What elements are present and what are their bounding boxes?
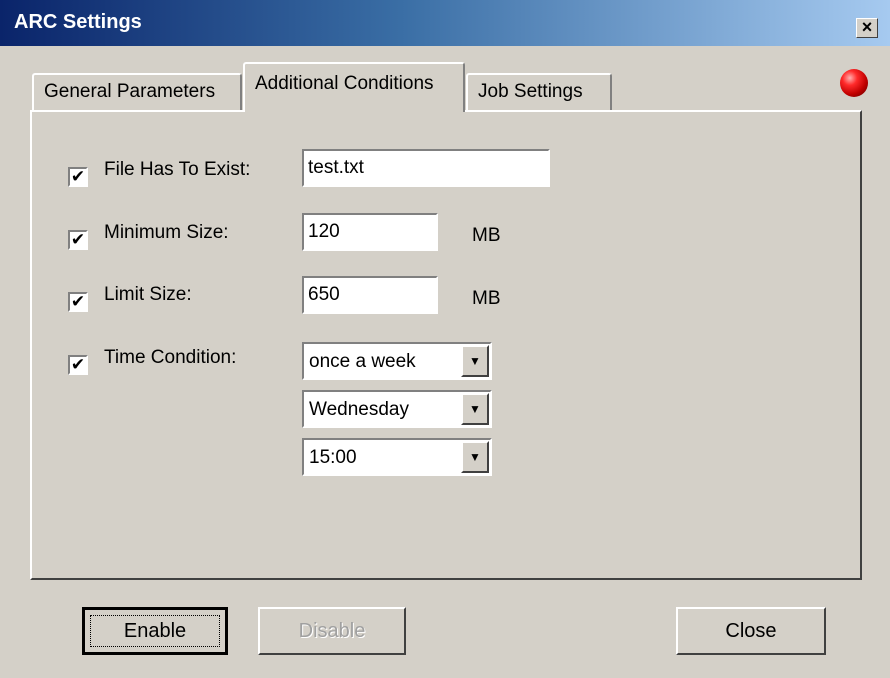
limit-size-checkbox[interactable]: ✔	[68, 292, 88, 312]
limit-size-input[interactable]: 650	[302, 276, 438, 314]
tab-job-settings[interactable]: Job Settings	[466, 73, 612, 111]
chevron-down-icon[interactable]: ▼	[461, 441, 489, 473]
file-exists-checkbox[interactable]: ✔	[68, 167, 88, 187]
close-button[interactable]: Close	[676, 607, 826, 655]
disable-button: Disable	[258, 607, 406, 655]
additional-conditions-panel: ✔ File Has To Exist: test.txt ✔ Minimum …	[30, 110, 862, 580]
time-value: 15:00	[309, 447, 357, 468]
day-value: Wednesday	[309, 399, 409, 420]
limit-size-unit: MB	[472, 288, 501, 309]
file-exists-input[interactable]: test.txt	[302, 149, 550, 187]
arc-settings-dialog: ARC Settings × General Parameters Additi…	[0, 0, 890, 678]
minimum-size-input[interactable]: 120	[302, 213, 438, 251]
chevron-down-icon[interactable]: ▼	[461, 345, 489, 377]
minimum-size-label: Minimum Size:	[104, 222, 229, 243]
file-exists-label: File Has To Exist:	[104, 159, 251, 180]
tab-additional-conditions[interactable]: Additional Conditions	[243, 62, 465, 112]
frequency-value: once a week	[309, 351, 416, 372]
time-condition-checkbox[interactable]: ✔	[68, 355, 88, 375]
enable-button[interactable]: Enable	[82, 607, 228, 655]
focus-ring	[90, 615, 220, 647]
limit-size-label: Limit Size:	[104, 284, 192, 305]
tab-general-parameters[interactable]: General Parameters	[32, 73, 242, 111]
red-led-icon	[840, 69, 868, 97]
window-title: ARC Settings	[14, 11, 142, 33]
minimum-size-unit: MB	[472, 225, 501, 246]
day-select[interactable]: Wednesday ▼	[302, 390, 492, 428]
title-bar[interactable]: ARC Settings ×	[0, 0, 890, 46]
close-icon[interactable]: ×	[856, 18, 878, 38]
time-condition-label: Time Condition:	[104, 347, 237, 368]
frequency-select[interactable]: once a week ▼	[302, 342, 492, 380]
minimum-size-checkbox[interactable]: ✔	[68, 230, 88, 250]
chevron-down-icon[interactable]: ▼	[461, 393, 489, 425]
time-select[interactable]: 15:00 ▼	[302, 438, 492, 476]
